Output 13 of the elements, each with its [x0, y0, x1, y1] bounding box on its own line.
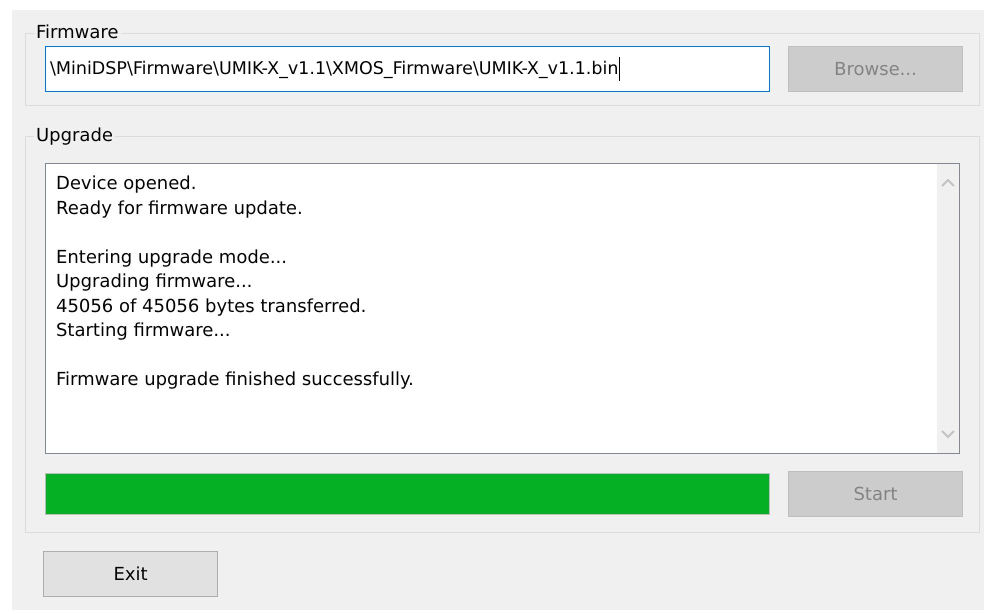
- group-title: Upgrade: [34, 124, 115, 148]
- log-line: Firmware upgrade finished successfully.: [56, 368, 415, 392]
- scrollbar[interactable]: [937, 164, 959, 453]
- log-line: Starting firmware...: [56, 319, 232, 343]
- scroll-down-icon[interactable]: [941, 430, 955, 439]
- scroll-up-icon[interactable]: [941, 178, 955, 187]
- exit-button[interactable]: Exit: [43, 551, 218, 597]
- log-line: Entering upgrade mode...: [56, 246, 288, 270]
- path-field[interactable]: \MiniDSP\Firmware\UMIK-X_v1.1\XMOS_Firmware\UMIK-X_v1.1.bin: [45, 46, 770, 92]
- log-line: Ready for firmware update.: [56, 196, 304, 220]
- log-line: Upgrading firmware...: [56, 270, 254, 294]
- log-line: 45056 of 45056 bytes transferred.: [56, 294, 368, 318]
- log-line: Device opened.: [56, 172, 198, 196]
